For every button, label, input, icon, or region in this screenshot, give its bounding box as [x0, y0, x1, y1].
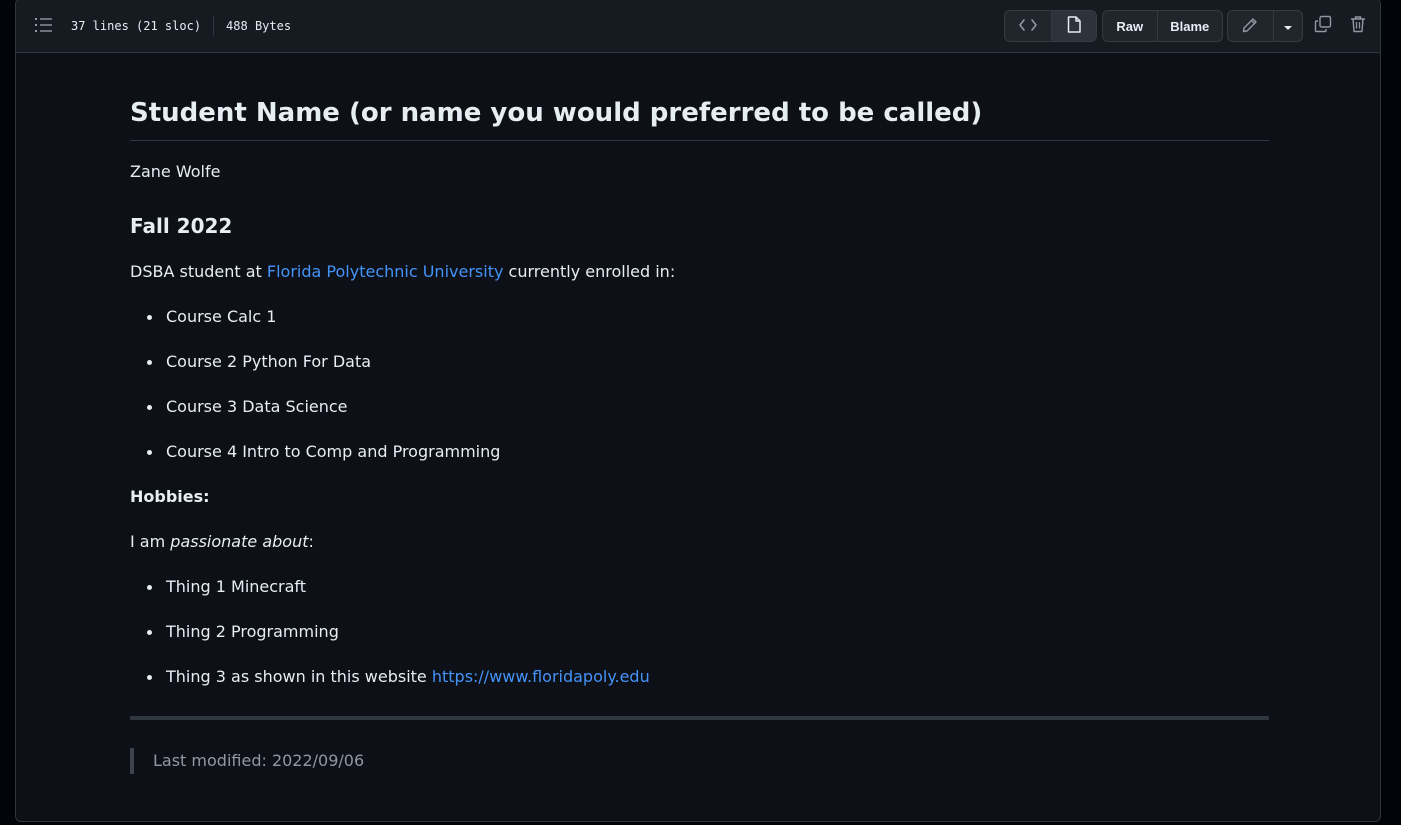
list-item: Thing 2 Programming: [147, 622, 339, 641]
list-item: Course Calc 1: [146, 307, 277, 326]
code-icon: [1018, 18, 1037, 35]
passion-paragraph: I am passionate about:: [130, 532, 314, 551]
website-link[interactable]: https://www.floridapoly.edu: [432, 667, 650, 686]
preview-button[interactable]: [1050, 11, 1096, 41]
raw-button[interactable]: Raw: [1103, 11, 1157, 41]
passion-suffix: :: [308, 532, 314, 551]
blame-button[interactable]: Blame: [1156, 11, 1222, 41]
list-item: Thing 3 as shown in this website https:/…: [147, 667, 650, 686]
raw-blame-group: Raw Blame: [1102, 10, 1223, 42]
last-modified-quote: Last modified: 2022/09/06: [130, 748, 364, 774]
triangle-down-icon: [1283, 19, 1293, 34]
thing3-text: Thing 3 as shown in this website: [166, 667, 427, 686]
edit-dropdown-button[interactable]: [1272, 11, 1302, 41]
intro-paragraph: DSBA student at Florida Polytechnic Univ…: [130, 262, 675, 281]
edit-button[interactable]: [1228, 11, 1273, 41]
file-viewer: 37 lines (21 sloc) 488 Bytes Raw Blame S…: [15, 0, 1381, 822]
pencil-icon: [1242, 17, 1258, 36]
student-name: Zane Wolfe: [130, 162, 221, 181]
code-view-button[interactable]: [1005, 11, 1051, 41]
hobbies-label: Hobbies:: [130, 487, 210, 506]
passion-emphasis: passionate about: [170, 532, 309, 551]
list-item: Thing 1 Minecraft: [146, 577, 307, 596]
view-toggle: [1004, 10, 1097, 42]
trash-icon[interactable]: [1347, 13, 1369, 35]
edit-group: [1227, 10, 1303, 42]
university-link[interactable]: Florida Polytechnic University: [267, 262, 504, 281]
file-icon: [1067, 16, 1081, 36]
list-item: Course 2 Python For Data: [146, 352, 372, 371]
term-heading: Fall 2022: [130, 214, 233, 238]
line-count: 37 lines (21 sloc): [71, 19, 202, 33]
passion-prefix: I am: [130, 532, 166, 551]
file-size: 488 Bytes: [226, 19, 292, 33]
file-header: 37 lines (21 sloc) 488 Bytes Raw Blame: [16, 0, 1380, 53]
horizontal-rule: [130, 716, 1269, 720]
list-item: Course 4 Intro to Comp and Programming: [146, 442, 501, 461]
file-info: 37 lines (21 sloc) 488 Bytes: [71, 16, 291, 36]
copy-icon[interactable]: [1312, 13, 1334, 35]
intro-prefix: DSBA student at: [130, 262, 262, 281]
list-item: Course 3 Data Science: [147, 397, 348, 416]
intro-suffix: currently enrolled in:: [508, 262, 676, 281]
list-unordered-icon[interactable]: [35, 17, 53, 33]
divider: [213, 16, 215, 36]
page-title: Student Name (or name you would preferre…: [130, 98, 1269, 141]
